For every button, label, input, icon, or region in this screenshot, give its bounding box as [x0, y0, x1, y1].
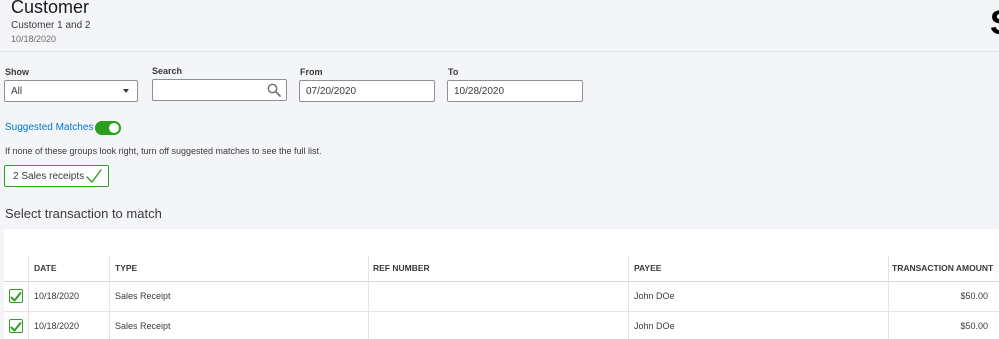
row-checkbox[interactable] [9, 289, 23, 303]
search-input[interactable] [152, 79, 287, 101]
chevron-down-icon [123, 89, 129, 93]
to-label: To [448, 67, 459, 77]
show-dropdown[interactable]: All [4, 80, 138, 102]
cell-type: Sales Receipt [115, 291, 171, 301]
chip-label: 2 Sales receipts [13, 171, 85, 182]
table-row[interactable]: 10/18/2020 Sales Receipt John DOe $50.00 [4, 282, 999, 311]
checkmark-icon [10, 292, 22, 302]
from-date-input[interactable]: 07/20/2020 [299, 80, 435, 102]
customer-subtitle: Customer 1 and 2 [11, 20, 91, 31]
show-label: Show [5, 67, 29, 77]
suggested-matches-toggle[interactable] [95, 121, 121, 135]
toggle-knob [109, 123, 119, 133]
column-header-transaction-amount[interactable]: TRANSACTION AMOUNT [892, 263, 993, 273]
cell-payee: John DOe [634, 321, 675, 331]
suggested-matches-label: Suggested Matches [5, 122, 94, 133]
column-header-ref-number[interactable]: REF NUMBER [373, 263, 430, 273]
suggested-matches-hint: If none of these groups look right, turn… [5, 146, 322, 156]
to-date-value: 10/28/2020 [454, 86, 505, 97]
cell-date: 10/18/2020 [34, 291, 80, 301]
cell-type: Sales Receipt [115, 321, 171, 331]
checkmark-icon [86, 169, 102, 183]
to-date-input[interactable]: 10/28/2020 [447, 80, 583, 102]
transactions-table: DATE TYPE REF NUMBER PAYEE TRANSACTION A… [4, 229, 999, 339]
column-header-date[interactable]: DATE [34, 263, 57, 273]
cell-payee: John DOe [634, 291, 675, 301]
table-row[interactable]: 10/18/2020 Sales Receipt John DOe $50.00 [4, 312, 999, 339]
customer-date: 10/18/2020 [11, 34, 57, 44]
from-date-value: 07/20/2020 [306, 86, 357, 97]
search-label: Search [152, 66, 183, 76]
checkmark-icon [10, 322, 22, 332]
column-header-type[interactable]: TYPE [115, 263, 137, 273]
row-checkbox[interactable] [9, 319, 23, 333]
cropped-heading-glyph: S [990, 6, 999, 40]
sales-receipts-group-chip[interactable]: 2 Sales receipts [4, 165, 109, 187]
show-dropdown-value: All [11, 86, 23, 97]
cell-amount: $50.00 [960, 291, 988, 301]
section-title: Select transaction to match [5, 206, 162, 221]
from-label: From [300, 67, 323, 77]
column-header-payee[interactable]: PAYEE [634, 263, 661, 273]
cell-date: 10/18/2020 [34, 321, 80, 331]
page-header: Customer Customer 1 and 2 10/18/2020 S [0, 0, 999, 52]
page-title: Customer [11, 0, 90, 17]
cell-amount: $50.00 [960, 321, 988, 331]
search-icon[interactable] [267, 83, 281, 97]
